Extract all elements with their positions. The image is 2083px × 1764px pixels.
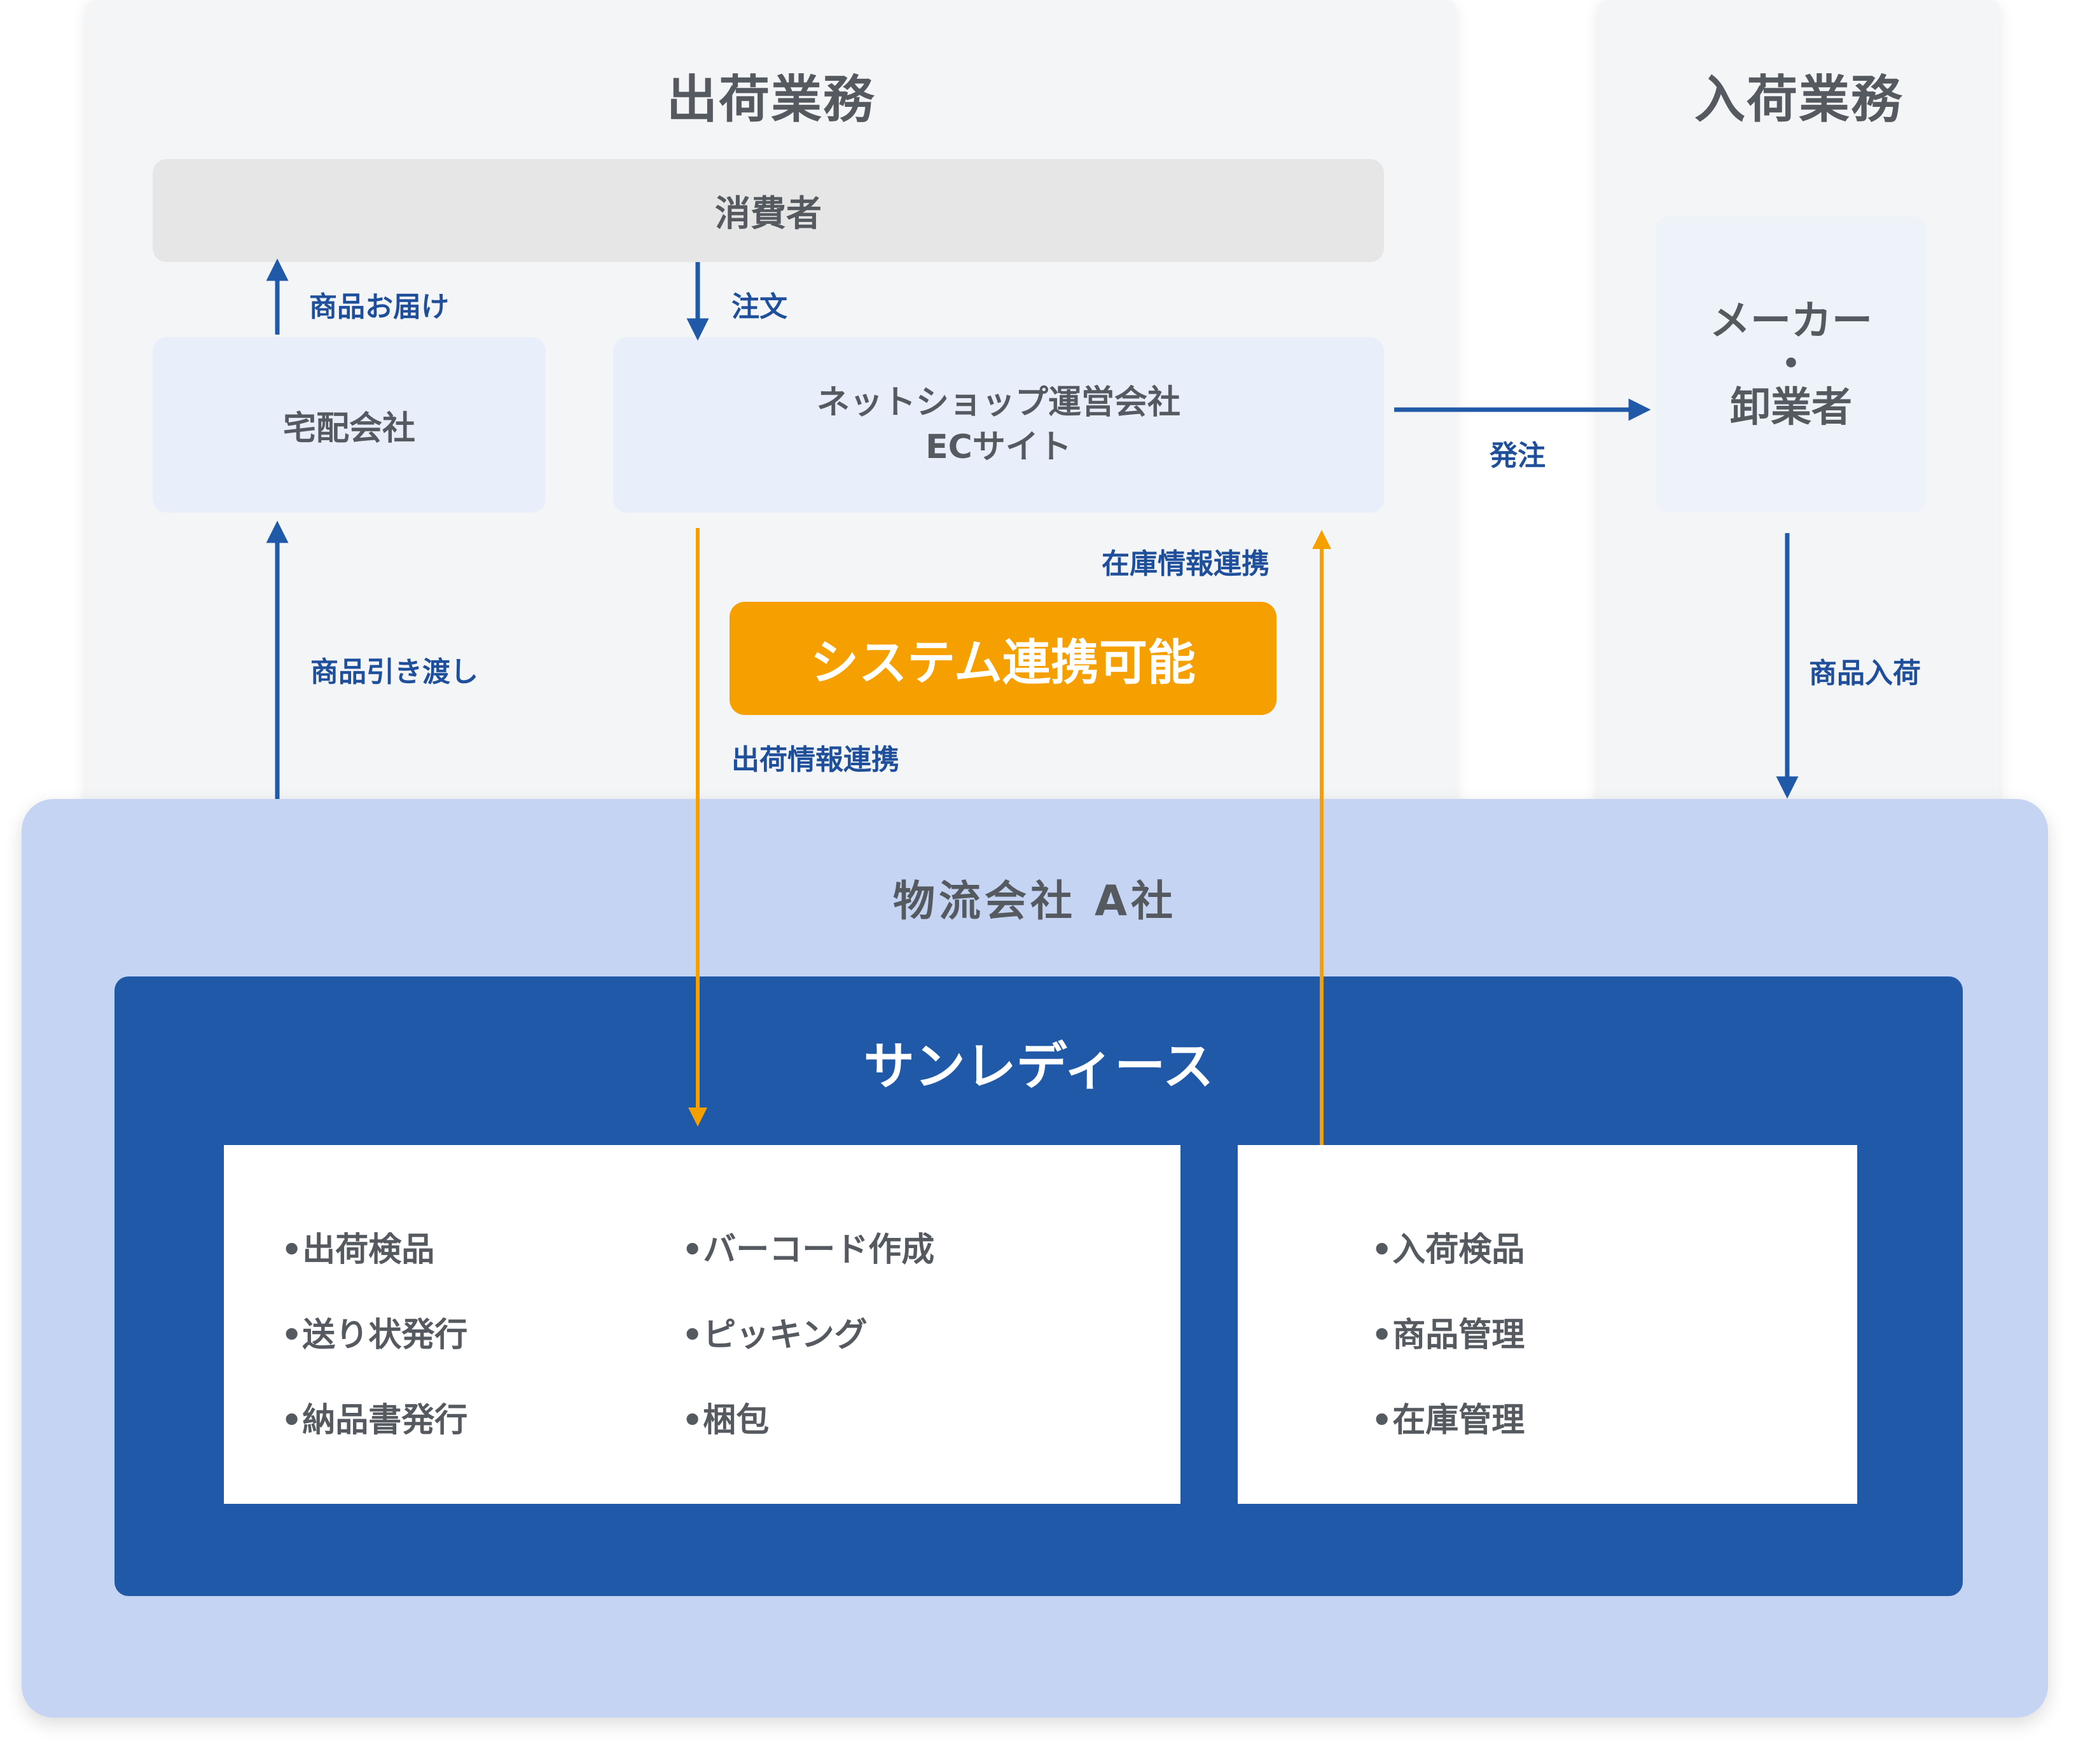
- ec-shop-box: ネットショップ運営会社 ECサイト: [613, 337, 1384, 513]
- service-item: •梱包: [682, 1401, 770, 1440]
- ec-shop-name: ネットショップ運営会社: [816, 384, 1180, 422]
- wholesaler-label: 卸業者: [1730, 384, 1852, 431]
- consumer-box: 消費者: [153, 159, 1384, 262]
- service-item: •納品書発行: [281, 1401, 468, 1440]
- shipping-sync-label: 出荷情報連携: [731, 744, 899, 776]
- order-label: 注文: [731, 291, 787, 323]
- courier-box: 宅配会社: [153, 337, 546, 513]
- outbound-services-list-2: •バーコード作成 •ピッキング •梱包: [682, 1207, 934, 1463]
- service-item: •送り状発行: [281, 1316, 468, 1354]
- outbound-title: 出荷業務: [667, 70, 875, 129]
- service-item: •バーコード作成: [682, 1231, 935, 1269]
- service-item: •入荷検品: [1371, 1231, 1525, 1269]
- ec-site-label: ECサイト: [925, 428, 1072, 466]
- stock-sync-label: 在庫情報連携: [1102, 548, 1270, 580]
- inbound-services-box: [1238, 1145, 1857, 1504]
- inbound-services-list: •入荷検品 •商品管理 •在庫管理: [1371, 1207, 1525, 1463]
- delivery-label: 商品お届け: [309, 291, 449, 323]
- outbound-services-list-1: •出荷検品 •送り状発行 •納品書発行: [281, 1207, 467, 1463]
- service-item: •在庫管理: [1371, 1401, 1525, 1440]
- service-item: •ピッキング: [682, 1316, 868, 1354]
- sunladys-title: サンレディース: [863, 1037, 1214, 1096]
- system-integration-badge: システム連携可能: [730, 602, 1277, 715]
- maker-wholesaler-box: メーカー ・ 卸業者: [1656, 216, 1927, 513]
- service-item: •出荷検品: [281, 1231, 435, 1269]
- logistics-company-title: 物流会社 A社: [892, 877, 1177, 926]
- inbound-title: 入荷業務: [1694, 70, 1903, 129]
- handover-label: 商品引き渡し: [310, 656, 478, 688]
- arrival-label: 商品入荷: [1809, 657, 1921, 690]
- service-item: •商品管理: [1371, 1316, 1525, 1354]
- maker-separator: ・: [1771, 341, 1811, 388]
- purchase-order-label: 発注: [1490, 440, 1546, 472]
